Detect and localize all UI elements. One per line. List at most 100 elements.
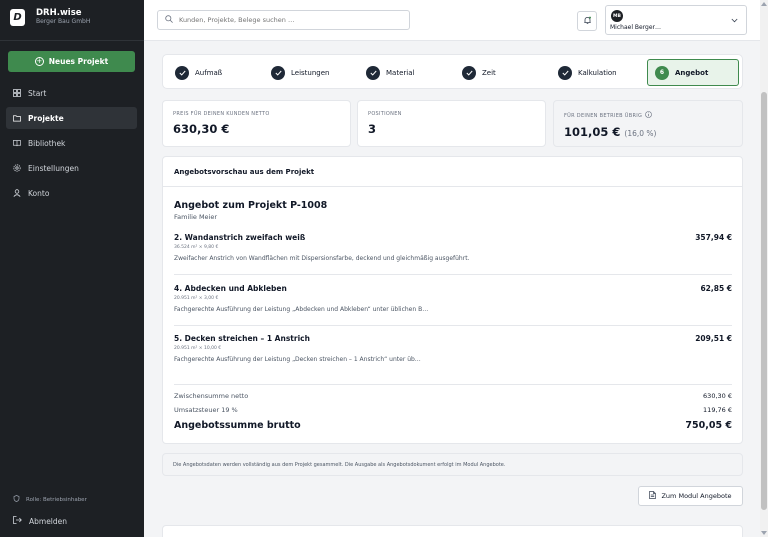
info-text: Die Angebotsdaten werden vollständig aus… (173, 461, 506, 468)
folder-icon (13, 114, 21, 122)
sidebar-divider (0, 40, 144, 41)
remaining-value: 101,05 € (564, 125, 621, 139)
subtotal-value: 630,30 € (703, 392, 732, 400)
document-icon (649, 491, 657, 501)
vat-label: Umsatzsteuer 19 % (174, 406, 238, 414)
chevron-down-icon (731, 16, 738, 25)
book-icon (13, 139, 21, 147)
notifications-button[interactable] (577, 11, 597, 31)
step-material[interactable]: Material (366, 59, 414, 86)
remaining-value-row: 101,05 € (16,0 %) (564, 125, 732, 139)
info-icon[interactable] (645, 111, 653, 120)
remaining-label: FÜR DEINEN BETRIEB ÜBRIG (564, 112, 643, 119)
item-price: 357,94 € (695, 233, 732, 242)
item-calc: 20.951 m² × 3,00 € (174, 296, 219, 301)
item-title: 2. Wandanstrich zweifach weiß (174, 233, 306, 242)
topbar: MB Michael Berger… (144, 0, 760, 41)
search-input[interactable] (179, 16, 399, 24)
scrollbar[interactable] (760, 0, 768, 537)
step-number: 6 (655, 65, 669, 80)
sidebar-item-label: Konto (28, 188, 50, 198)
step-aufmass[interactable]: Aufmaß (175, 59, 222, 86)
sidebar-item-label: Bibliothek (28, 138, 66, 148)
total-row: Angebotssumme brutto 750,05 € (174, 420, 732, 431)
logout-label: Abmelden (29, 516, 68, 526)
check-icon (558, 65, 572, 80)
sidebar-nav: Start Projekte Bibliothek Einstellungen … (6, 82, 137, 207)
price-value: 630,30 € (173, 122, 230, 136)
step-leistungen[interactable]: Leistungen (271, 59, 329, 86)
sidebar-item-einstellungen[interactable]: Einstellungen (6, 157, 137, 179)
sidebar-item-bibliothek[interactable]: Bibliothek (6, 132, 137, 154)
step-zeit[interactable]: Zeit (462, 59, 496, 86)
gear-icon (13, 164, 21, 172)
scroll-thumb[interactable] (761, 92, 767, 510)
scroll-down-arrow[interactable] (761, 531, 767, 535)
check-icon (366, 65, 380, 80)
subtotal-row: Zwischensumme netto 630,30 € (174, 392, 732, 400)
role-indicator: Rolle: Betriebsinhaber (13, 495, 87, 504)
search-box[interactable] (157, 10, 410, 30)
search-icon (165, 15, 173, 25)
item-divider (174, 325, 732, 326)
sidebar-item-projekte[interactable]: Projekte (6, 107, 137, 129)
positions-value: 3 (368, 122, 377, 136)
sidebar-item-label: Start (28, 88, 47, 98)
info-note: Die Angebotsdaten werden vollständig aus… (162, 453, 743, 476)
item-price: 62,85 € (700, 284, 732, 293)
step-kalkulation[interactable]: Kalkulation (558, 59, 617, 86)
item-calc: 36.524 m² × 9,80 € (174, 245, 219, 250)
sidebar-item-konto[interactable]: Konto (6, 182, 137, 204)
user-menu[interactable]: MB Michael Berger… (605, 5, 747, 35)
brand[interactable]: D DRH.wise Berger Bau GmbH (10, 8, 91, 26)
preview-heading: Angebotsvorschau aus dem Projekt (163, 157, 742, 187)
list-item: 2. Wandanstrich zweifach weiß 357,94 € 3… (174, 233, 732, 262)
step-angebot[interactable]: 6 Angebot (647, 59, 739, 86)
step-label: Angebot (675, 68, 709, 77)
sidebar-item-label: Einstellungen (28, 163, 79, 173)
logout-icon (13, 516, 22, 526)
sidebar-item-label: Projekte (28, 113, 64, 123)
item-description: Fachgerechte Ausführung der Leistung „Ab… (174, 306, 429, 313)
item-title: 5. Decken streichen – 1 Anstrich (174, 334, 310, 343)
shield-icon (13, 495, 20, 504)
open-offers-module-button[interactable]: Zum Modul Angebote (638, 486, 743, 506)
offer-title: Angebot zum Projekt P-1008 (174, 200, 328, 211)
subtotal-label: Zwischensumme netto (174, 392, 249, 400)
check-icon (271, 65, 285, 80)
remaining-label-row: FÜR DEINEN BETRIEB ÜBRIG (564, 111, 732, 120)
user-name: Michael Berger… (610, 24, 662, 31)
user-icon (13, 189, 21, 197)
check-icon (462, 65, 476, 80)
offer-preview: Angebotsvorschau aus dem Projekt Angebot… (162, 156, 743, 444)
check-icon (175, 65, 189, 80)
module-button-label: Zum Modul Angebote (661, 492, 732, 500)
positions-card: POSITIONEN 3 (357, 100, 546, 147)
item-divider (174, 274, 732, 275)
bell-icon (583, 16, 592, 27)
next-section-card (162, 525, 743, 537)
step-label: Kalkulation (578, 68, 617, 77)
vat-row: Umsatzsteuer 19 % 119,76 € (174, 406, 732, 414)
price-label: PREIS FÜR DEINEN KUNDEN NETTO (173, 111, 270, 117)
item-title: 4. Abdecken und Abkleben (174, 284, 287, 293)
step-label: Leistungen (291, 68, 330, 77)
step-label: Zeit (482, 68, 496, 77)
scroll-up-arrow[interactable] (761, 2, 767, 6)
sidebar-item-start[interactable]: Start (6, 82, 137, 104)
total-label: Angebotssumme brutto (174, 420, 301, 431)
new-project-label: Neues Projekt (48, 57, 109, 66)
logout-button[interactable]: Abmelden (13, 516, 67, 526)
price-card: PREIS FÜR DEINEN KUNDEN NETTO 630,30 € (162, 100, 351, 147)
offer-client: Familie Meier (174, 213, 218, 221)
company-name: Berger Bau GmbH (36, 17, 91, 25)
sidebar: D DRH.wise Berger Bau GmbH + Neues Proje… (0, 0, 144, 537)
grid-icon (13, 89, 21, 97)
new-project-button[interactable]: + Neues Projekt (8, 51, 135, 72)
vat-value: 119,76 € (703, 406, 732, 414)
list-item: 4. Abdecken und Abkleben 62,85 € 20.951 … (174, 284, 732, 313)
total-value: 750,05 € (685, 420, 732, 431)
item-calc: 20.951 m² × 10,00 € (174, 346, 222, 351)
remaining-card: FÜR DEINEN BETRIEB ÜBRIG 101,05 € (16,0 … (553, 100, 743, 147)
item-description: Fachgerechte Ausführung der Leistung „De… (174, 356, 421, 363)
